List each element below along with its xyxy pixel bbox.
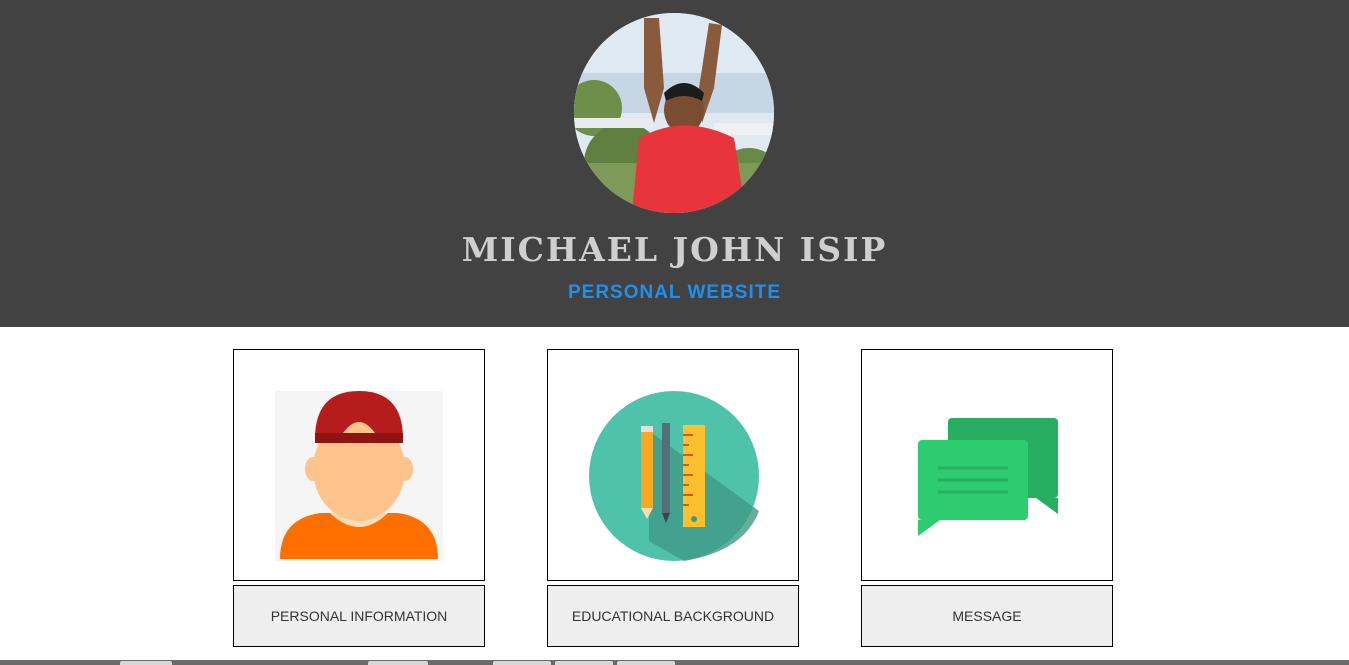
page-subtitle: PERSONAL WEBSITE	[567, 282, 782, 303]
educational-background-card[interactable]	[547, 349, 799, 581]
page-title: MICHAEL JOHN ISIP	[461, 230, 888, 269]
educational-background-button[interactable]: EDUCATIONAL BACKGROUND	[547, 585, 799, 647]
taskbar-tab[interactable]	[493, 661, 551, 665]
person-with-cap-icon	[275, 391, 443, 561]
chat-bubbles-icon	[918, 418, 1058, 536]
taskbar-tab[interactable]	[555, 661, 613, 665]
taskbar-tab[interactable]	[120, 661, 172, 665]
taskbar-tab[interactable]	[617, 661, 675, 665]
personal-information-button[interactable]: PERSONAL INFORMATION	[233, 585, 485, 647]
personal-information-card[interactable]	[233, 349, 485, 581]
taskbar-tab[interactable]	[368, 661, 428, 665]
page-header: MICHAEL JOHN ISIP PERSONAL WEBSITE	[0, 0, 1349, 327]
profile-photo	[574, 13, 774, 213]
message-card[interactable]	[861, 349, 1113, 581]
message-button[interactable]: MESSAGE	[861, 585, 1113, 647]
school-supplies-icon	[589, 391, 759, 561]
